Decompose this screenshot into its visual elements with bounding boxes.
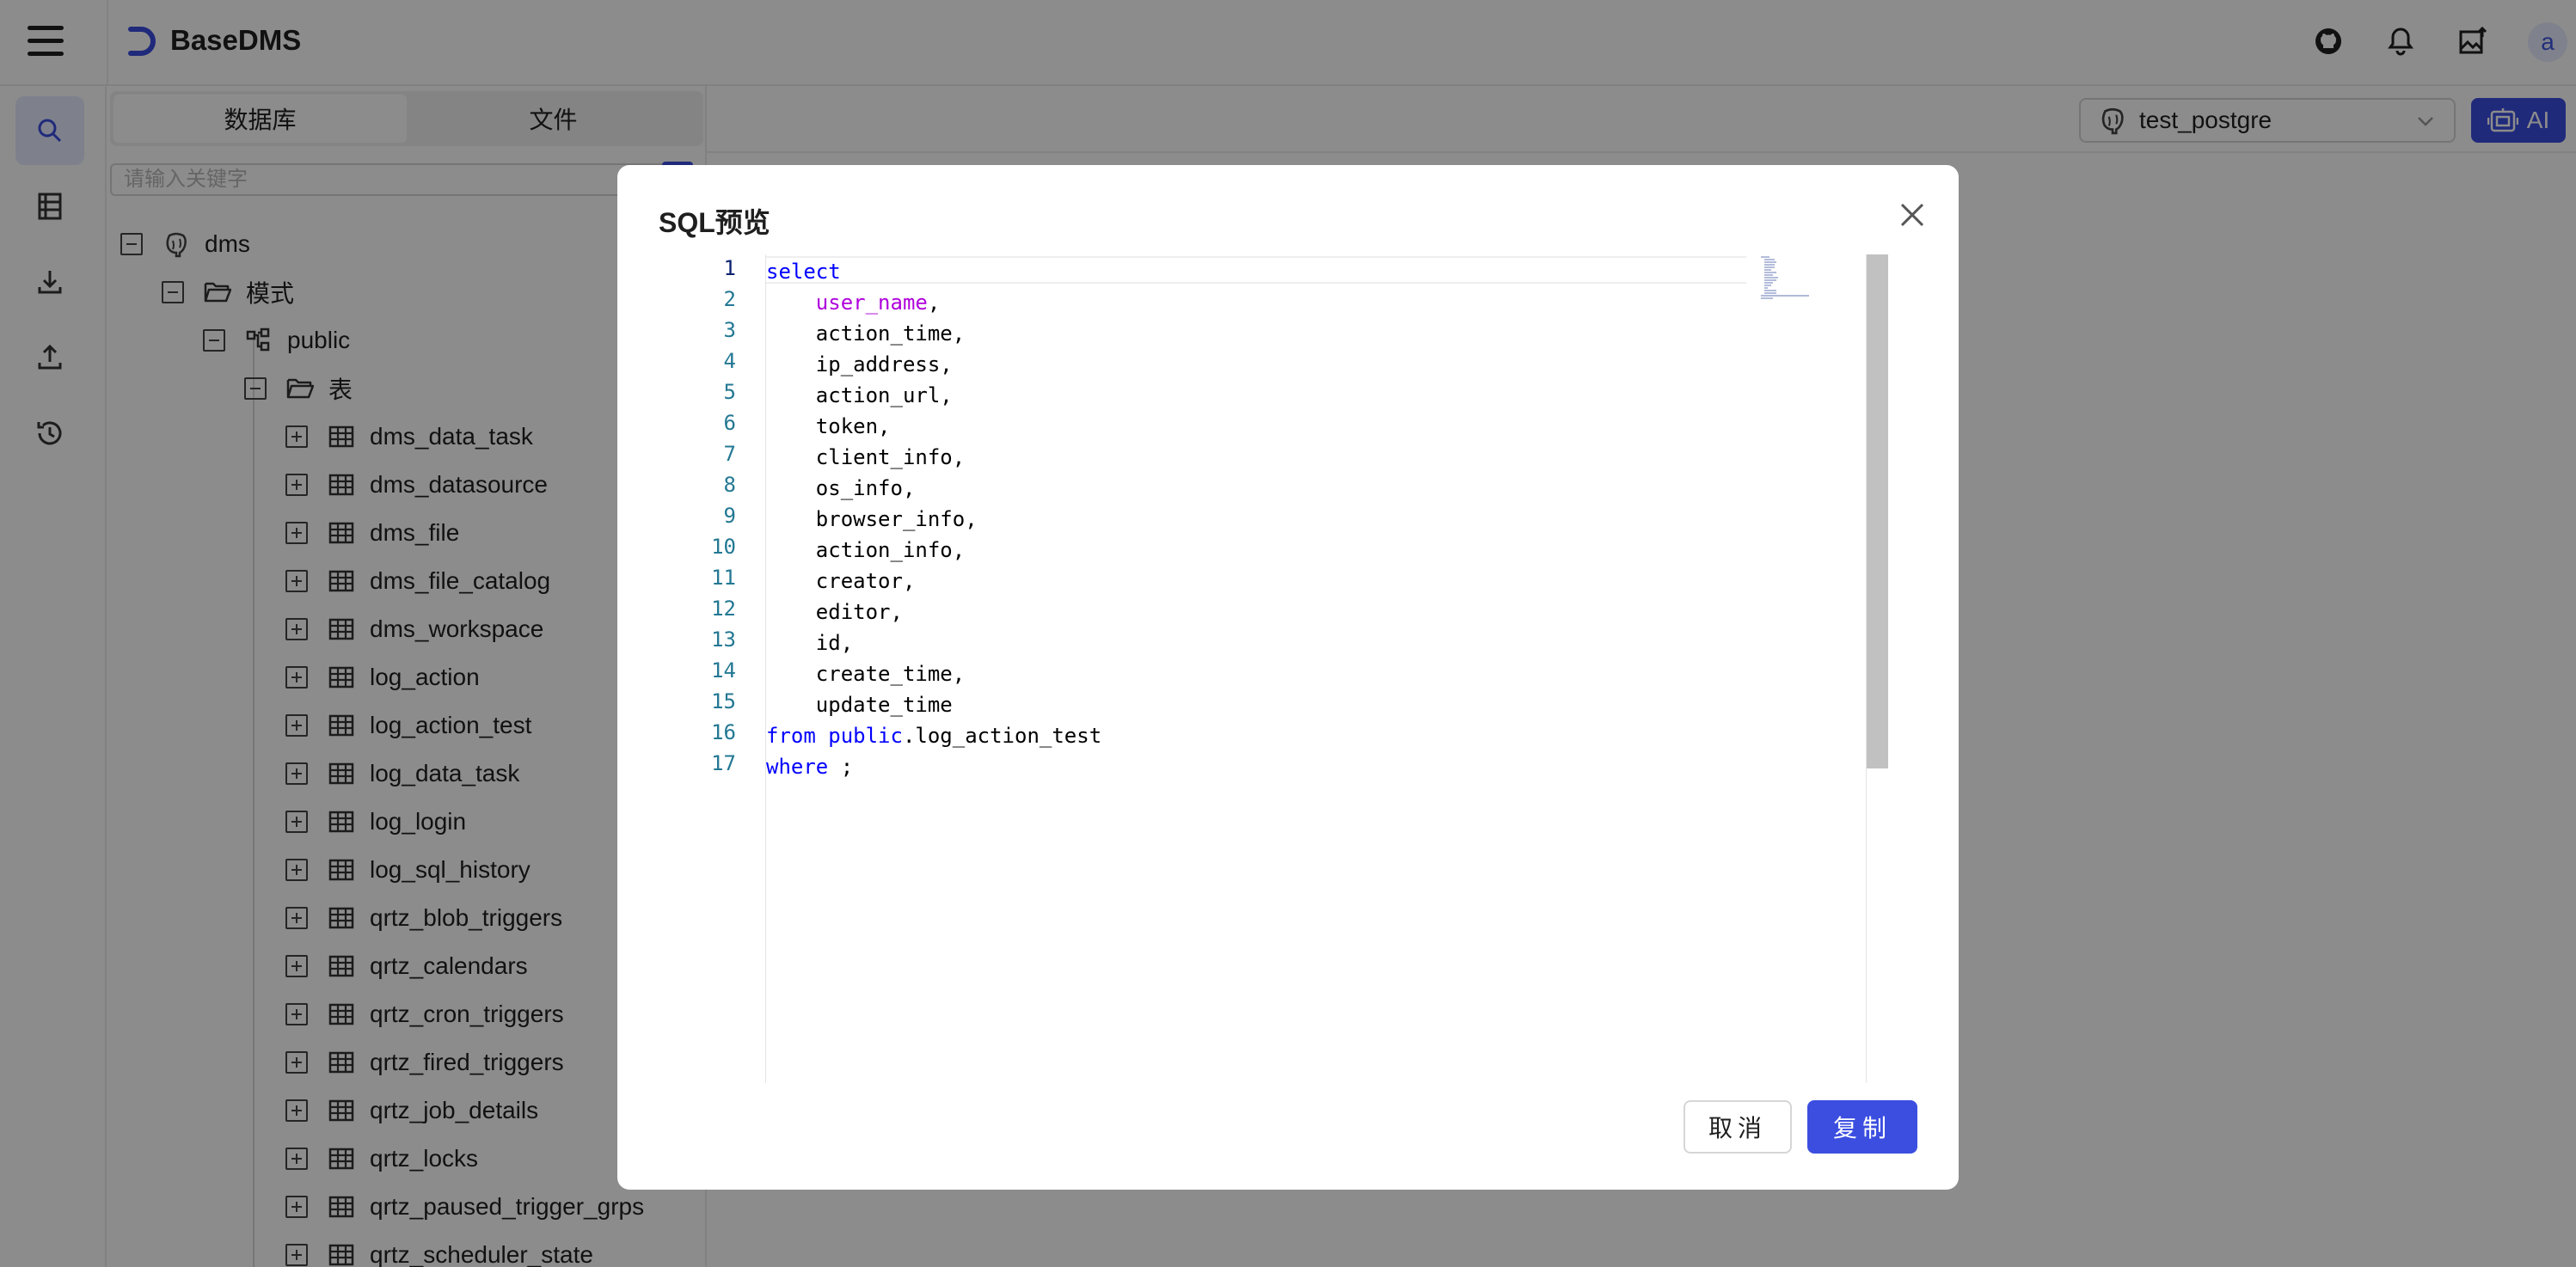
code-line[interactable]: create_time,: [766, 658, 965, 689]
line-number: 5: [723, 380, 736, 404]
sql-token: ,: [927, 291, 941, 315]
line-number: 8: [723, 473, 736, 497]
code-line[interactable]: os_info,: [766, 473, 916, 504]
sql-token: ;: [828, 755, 854, 779]
code-line[interactable]: select: [766, 256, 841, 287]
code-line[interactable]: action_time,: [766, 318, 965, 349]
code-line[interactable]: token,: [766, 411, 891, 442]
current-line-highlight: [766, 256, 1746, 284]
sql-identifier: user_name: [815, 291, 928, 315]
line-number: 12: [711, 597, 736, 621]
sql-token: editor,: [766, 600, 903, 624]
line-number: 4: [723, 349, 736, 373]
line-number: 10: [711, 535, 736, 559]
sql-token: creator,: [766, 569, 916, 593]
sql-editor[interactable]: 1 2 3 4 5 6 7 8 9 10 11 12 13 14 15 16 17 select user_na…: [659, 254, 1888, 1083]
code-line[interactable]: where ;: [766, 751, 853, 782]
sql-token: action_time,: [766, 321, 966, 346]
sql-token: client_info,: [766, 445, 966, 469]
code-line[interactable]: editor,: [766, 597, 903, 627]
line-number: 9: [723, 504, 736, 528]
line-number: 2: [723, 287, 736, 311]
line-number: 15: [711, 689, 736, 713]
sql-token: token,: [766, 414, 891, 438]
sql-keyword: from: [766, 724, 816, 748]
code-line[interactable]: client_info,: [766, 442, 965, 473]
cancel-button[interactable]: 取消: [1684, 1100, 1792, 1154]
line-number: 11: [711, 566, 736, 590]
code-line[interactable]: action_info,: [766, 535, 965, 566]
code-line[interactable]: ip_address,: [766, 349, 953, 380]
sql-token: action_info,: [766, 538, 966, 562]
line-number: 16: [711, 720, 736, 744]
code-area[interactable]: select user_name, action_time, ip_addres…: [765, 254, 1751, 1083]
editor-scrollbar[interactable]: [1866, 254, 1888, 1083]
sql-token: os_info,: [766, 476, 916, 500]
code-line[interactable]: update_time: [766, 689, 953, 720]
close-icon[interactable]: [1897, 199, 1928, 230]
sql-token: update_time: [766, 693, 953, 717]
line-number: 3: [723, 318, 736, 342]
sql-token: action_url,: [766, 383, 953, 407]
dialog-title: SQL预览: [659, 207, 770, 238]
code-line[interactable]: creator,: [766, 566, 916, 597]
line-number: 7: [723, 442, 736, 466]
code-minimap[interactable]: [1759, 254, 1828, 323]
line-number: 14: [711, 658, 736, 682]
sql-keyword: where: [766, 755, 829, 779]
scrollbar-thumb[interactable]: [1867, 254, 1888, 768]
line-number: 1: [723, 256, 736, 280]
code-line[interactable]: from public.log_action_test: [766, 720, 1101, 751]
code-line[interactable]: action_url,: [766, 380, 953, 411]
code-line[interactable]: browser_info,: [766, 504, 978, 535]
sql-token: browser_info,: [766, 507, 978, 531]
sql-token: create_time,: [766, 662, 966, 686]
sql-keyword: select: [766, 260, 841, 284]
sql-token: .log_action_test: [902, 724, 1102, 748]
line-number: 6: [723, 411, 736, 435]
code-line[interactable]: id,: [766, 627, 853, 658]
sql-preview-dialog: SQL预览 1 2 3 4 5 6 7 8 9 10 11 12 13 14 15 16 17 select u…: [617, 165, 1959, 1190]
sql-token: id,: [766, 631, 854, 655]
sql-keyword: public: [828, 724, 903, 748]
line-number-gutter: 1 2 3 4 5 6 7 8 9 10 11 12 13 14 15 16 17: [659, 254, 736, 1083]
code-line[interactable]: user_name,: [766, 287, 941, 318]
line-number: 13: [711, 627, 736, 652]
line-number: 17: [711, 751, 736, 775]
sql-token: ip_address,: [766, 352, 953, 376]
copy-button[interactable]: 复制: [1807, 1100, 1917, 1154]
